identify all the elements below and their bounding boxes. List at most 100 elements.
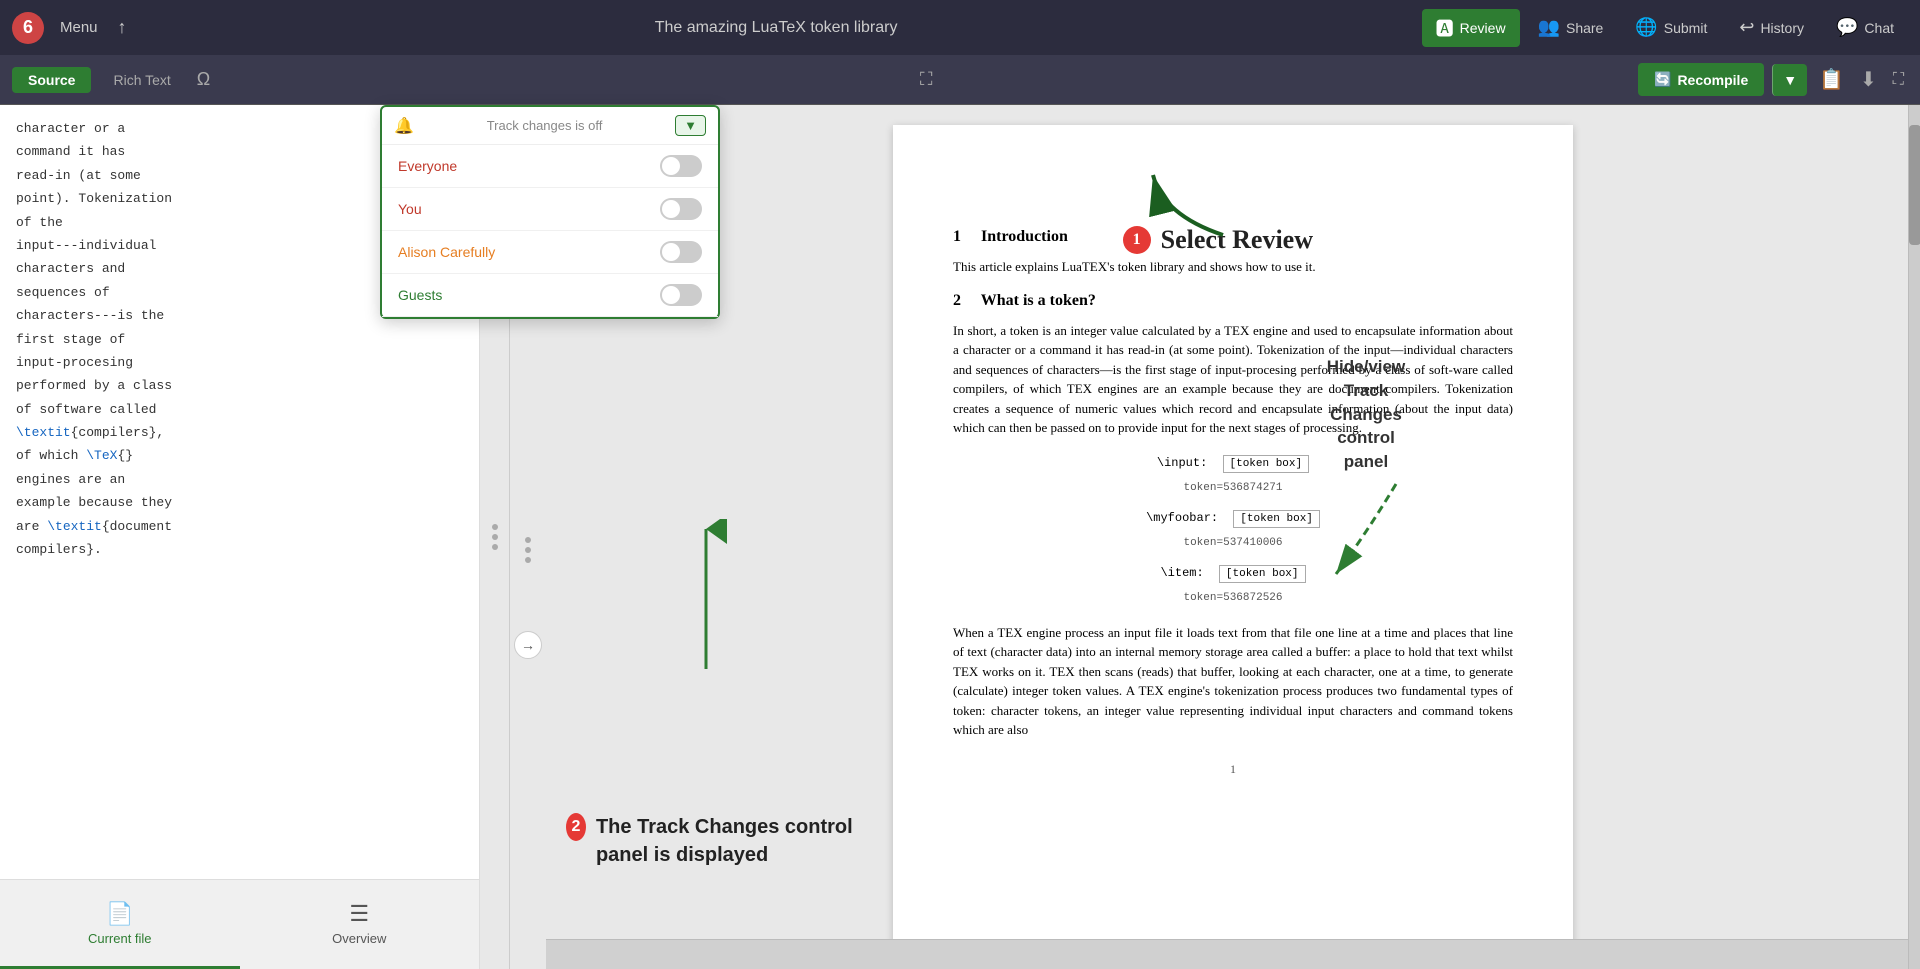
alison-toggle[interactable] [660,241,702,263]
annotation-step2: 2 The Track Changes control panel is dis… [566,813,906,869]
myfoobar-label: \myfoobar: [1146,511,1218,525]
history-button[interactable]: ↩ History [1725,11,1818,44]
review-label: Review [1460,20,1506,36]
textit-document-link[interactable]: \textit [47,519,102,534]
recompile-dropdown-button[interactable]: ▼ [1772,64,1807,96]
everyone-label: Everyone [398,158,457,174]
item-label: \item: [1160,566,1203,580]
overview-label: Overview [332,931,386,946]
review-button[interactable]: 🅰 Review [1422,9,1520,47]
recompile-icon: 🔄 [1654,71,1671,88]
track-changes-guests-row: Guests [382,274,718,317]
input-label: \input: [1157,456,1207,470]
step2-badge: 2 [566,813,586,841]
app-logo: 6 [12,12,44,44]
current-file-tab[interactable]: 📄 Current file [0,880,240,969]
pdf-page-number: 1 [953,760,1513,778]
annotation-arrow-1 [1143,165,1263,245]
nav-right: 🅰 Review 👥 Share 🌐 Submit ↩ History 💬 Ch… [1422,9,1908,47]
item-token: token=536872526 [953,590,1513,607]
menu-button[interactable]: Menu [52,15,106,40]
current-file-label: Current file [88,931,152,946]
chat-button[interactable]: 💬 Chat [1822,11,1908,44]
track-changes-status: Track changes is off [487,118,603,133]
you-toggle[interactable] [660,198,702,220]
everyone-toggle[interactable] [660,155,702,177]
section1-num: 1 [953,228,961,245]
collapse-icon[interactable]: ⛶ [1889,67,1908,93]
review-icon: 🅰 [1436,15,1454,41]
section1-text: This article explains LuaTEX's token lib… [953,257,1513,277]
main-content: ‹ 🔔 Track changes is off ▼ Everyone You … [0,105,1920,969]
pdf-scrollbar-thumb[interactable] [1909,125,1920,245]
track-changes-everyone-row: Everyone [382,145,718,188]
pdf-scrollbar[interactable] [1908,105,1920,969]
track-changes-dropdown-button[interactable]: ▼ [675,115,706,136]
upload-icon[interactable]: ↑ [114,13,131,42]
middle-dot-2 [492,534,498,540]
overview-icon: ☰ [349,901,369,927]
hide-view-text: Hide/viewTrackChangescontrolpanel [1327,357,1405,471]
pdf-log-icon[interactable]: 📋 [1815,63,1848,96]
hide-view-arrow [1326,474,1406,594]
submit-button[interactable]: 🌐 Submit [1621,11,1721,44]
myfoobar-token: token=537410006 [953,535,1513,552]
track-changes-header-icon: 🔔 [394,116,414,136]
middle-dot-1 [492,524,498,530]
tex-link[interactable]: \TeX [86,448,117,463]
arrow-right-2-button[interactable]: → [514,631,542,659]
pdf-panel: 1 Select Review 1 Introduction [546,105,1920,969]
chat-label: Chat [1864,20,1894,36]
textit-compilers-link[interactable]: \textit [16,425,71,440]
hide-view-annotation: Hide/viewTrackChangescontrolpanel [1306,355,1426,601]
menu-label: Menu [60,19,98,36]
expand-icon[interactable]: ⛶ [916,65,937,94]
omega-icon[interactable]: Ω [193,65,214,94]
submit-label: Submit [1664,20,1708,36]
toolbar-left: Source Rich Text Ω [12,65,214,94]
history-icon: ↩ [1739,17,1754,38]
richtext-tab[interactable]: Rich Text [97,67,186,93]
section2-num: 2 [953,292,961,309]
current-file-icon: 📄 [106,901,133,927]
you-label: You [398,201,422,217]
track-changes-panel: 🔔 Track changes is off ▼ Everyone You Al… [380,105,720,319]
source-tab[interactable]: Source [12,67,91,93]
download-icon[interactable]: ⬇ [1856,63,1881,96]
section2-text: In short, a token is an integer value ca… [953,321,1513,438]
submit-icon: 🌐 [1635,17,1657,38]
chat-icon: 💬 [1836,17,1858,38]
right-dot-2 [525,547,531,553]
toolbar-right: 🔄 Recompile ▼ 📋 ⬇ ⛶ [1638,63,1908,96]
pdf-page: 1 Select Review 1 Introduction [893,125,1573,939]
guests-label: Guests [398,287,442,303]
middle-dot-3 [492,544,498,550]
track-changes-header: 🔔 Track changes is off ▼ [382,107,718,145]
share-icon: 👥 [1538,17,1560,38]
item-token-visual: [token box] [1219,565,1306,583]
editor-bottom-bar: 📄 Current file ☰ Overview [0,879,479,969]
share-button[interactable]: 👥 Share [1524,11,1618,44]
navbar: 6 Menu ↑ The amazing LuaTeX token librar… [0,0,1920,55]
input-token-visual: [token box] [1223,455,1310,473]
recompile-button[interactable]: 🔄 Recompile [1638,63,1764,96]
overview-tab[interactable]: ☰ Overview [240,880,480,969]
recompile-label: Recompile [1677,72,1748,88]
section2-para2: When a TEX engine process an input file … [953,623,1513,740]
section2-title: 2 What is a token? [953,289,1513,313]
editor-panel: 🔔 Track changes is off ▼ Everyone You Al… [0,105,480,969]
guests-toggle[interactable] [660,284,702,306]
editor-toolbar: Source Rich Text Ω ⛶ 🔄 Recompile ▼ 📋 ⬇ ⛶ [0,55,1920,105]
track-changes-you-row: You [382,188,718,231]
pdf-bottom-bar [546,939,1920,969]
step2-text: The Track Changes control panel is displ… [596,813,906,869]
input-token: token=536874271 [953,480,1513,497]
document-title: The amazing LuaTeX token library [139,19,1414,37]
right-dot-1 [525,537,531,543]
right-dot-3 [525,557,531,563]
annotation-arrow-2 [676,519,736,679]
track-changes-alison-row: Alison Carefully [382,231,718,274]
share-label: Share [1566,20,1603,36]
alison-label: Alison Carefully [398,244,495,260]
history-label: History [1760,20,1804,36]
